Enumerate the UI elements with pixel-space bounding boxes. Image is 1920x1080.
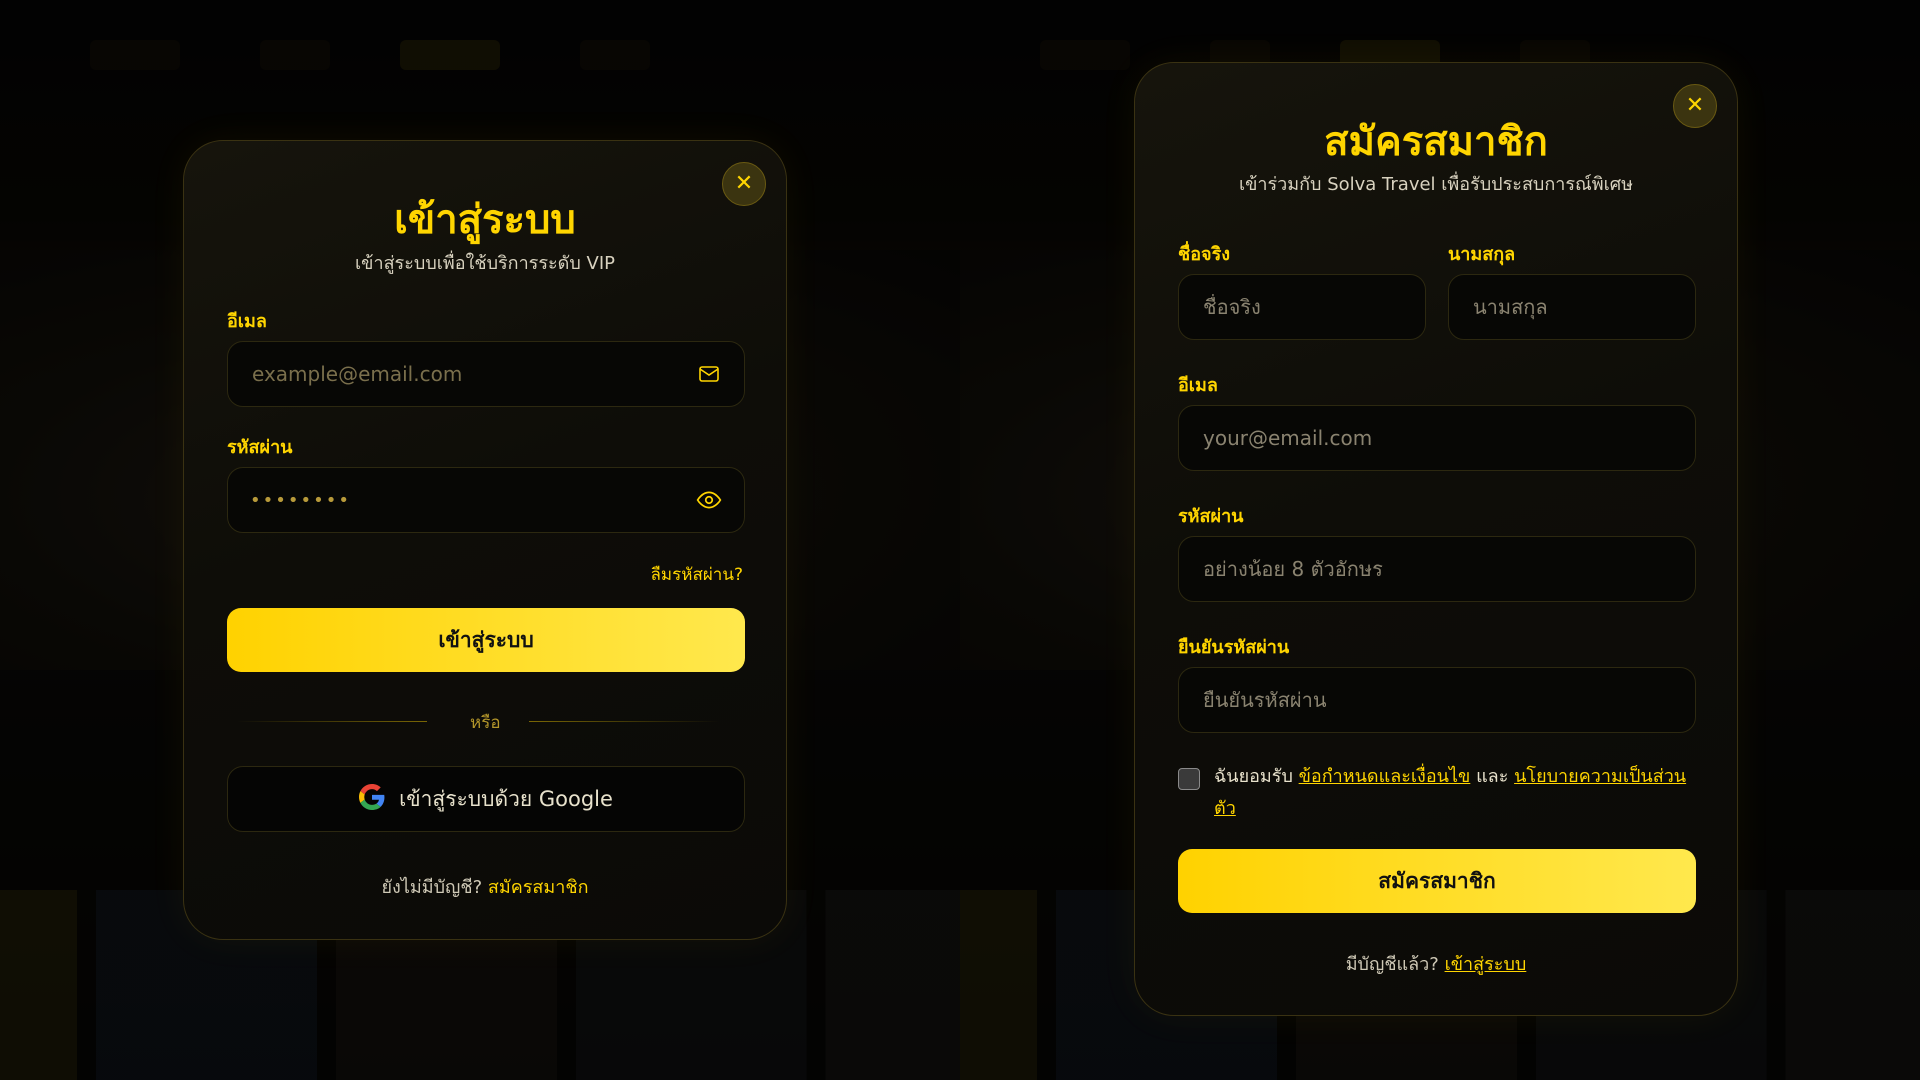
- signup-subtitle: เข้าร่วมกับ Solva Travel เพื่อรับประสบกา…: [1238, 174, 1634, 195]
- login-subtitle: เข้าสู่ระบบเพื่อใช้บริการระดับ VIP: [355, 253, 615, 274]
- confirm-password-label: ยืนยันรหัสผ่าน: [1178, 637, 1290, 658]
- password-input[interactable]: [1201, 556, 1673, 582]
- email-label: อีเมล: [1178, 375, 1218, 396]
- password-field[interactable]: ••••••••: [227, 467, 745, 533]
- last-name-label: นามสกุล: [1448, 244, 1516, 265]
- login-submit-button[interactable]: เข้าสู่ระบบ: [227, 608, 745, 672]
- first-name-label: ชื่อจริง: [1178, 244, 1231, 265]
- email-field[interactable]: [227, 341, 745, 407]
- terms-prefix: ฉันยอมรับ: [1214, 766, 1293, 787]
- login-prompt: มีบัญชีแล้ว? เข้าสู่ระบบ: [1135, 949, 1737, 978]
- password-input[interactable]: ••••••••: [250, 490, 686, 511]
- login-modal: ✕ เข้าสู่ระบบ เข้าสู่ระบบเพื่อใช้บริการร…: [183, 140, 787, 940]
- email-label: อีเมล: [227, 311, 267, 332]
- last-name-field[interactable]: [1448, 274, 1696, 340]
- divider-line-left: [237, 721, 427, 722]
- forgot-password-link[interactable]: ลืมรหัสผ่าน?: [651, 561, 744, 588]
- login-title: เข้าสู่ระบบ: [394, 197, 576, 243]
- password-label: รหัสผ่าน: [227, 437, 293, 458]
- login-screen: ✕ เข้าสู่ระบบ เข้าสู่ระบบเพื่อใช้บริการร…: [0, 0, 960, 1080]
- first-name-input[interactable]: [1201, 294, 1403, 320]
- eye-icon[interactable]: [696, 487, 722, 513]
- signup-link[interactable]: สมัครสมาชิก: [488, 877, 589, 898]
- confirm-password-field[interactable]: [1178, 667, 1696, 733]
- signup-modal: ✕ สมัครสมาชิก เข้าร่วมกับ Solva Travel เ…: [1134, 62, 1738, 1016]
- last-name-input[interactable]: [1471, 294, 1673, 320]
- mail-icon: [696, 361, 722, 387]
- google-icon: [359, 783, 385, 815]
- confirm-password-input[interactable]: [1201, 687, 1673, 713]
- first-name-field[interactable]: [1178, 274, 1426, 340]
- email-field[interactable]: [1178, 405, 1696, 471]
- signup-prompt: ยังไม่มีบัญชี? สมัครสมาชิก: [184, 872, 786, 901]
- terms-checkbox[interactable]: [1178, 768, 1200, 790]
- google-login-label: เข้าสู่ระบบด้วย Google: [399, 786, 613, 811]
- login-prompt-text: มีบัญชีแล้ว?: [1345, 954, 1439, 975]
- email-input[interactable]: [1201, 425, 1673, 451]
- terms-link[interactable]: ข้อกำหนดและเงื่อนไข: [1299, 766, 1471, 787]
- divider-text: หรือ: [470, 713, 501, 733]
- login-link[interactable]: เข้าสู่ระบบ: [1445, 954, 1527, 975]
- terms-text: ฉันยอมรับ ข้อกำหนดและเงื่อนไข และ นโยบาย…: [1214, 761, 1704, 825]
- divider-line-right: [529, 721, 719, 722]
- signup-submit-button[interactable]: สมัครสมาชิก: [1178, 849, 1696, 913]
- password-label: รหัสผ่าน: [1178, 506, 1244, 527]
- signup-prompt-text: ยังไม่มีบัญชี?: [381, 877, 483, 898]
- signup-title: สมัครสมาชิก: [1324, 119, 1548, 165]
- email-input[interactable]: [250, 361, 686, 387]
- google-login-button[interactable]: เข้าสู่ระบบด้วย Google: [227, 766, 745, 832]
- terms-and: และ: [1476, 766, 1509, 787]
- password-field[interactable]: [1178, 536, 1696, 602]
